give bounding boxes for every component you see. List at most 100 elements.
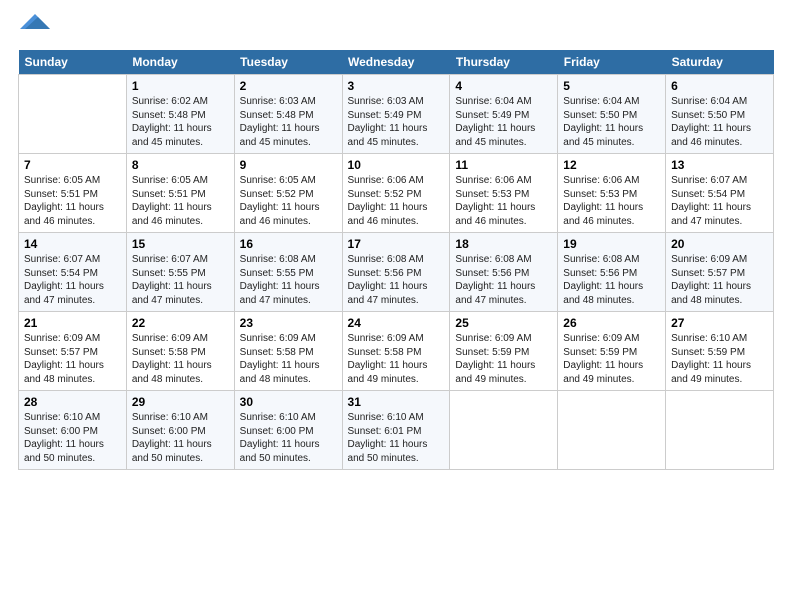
day-cell: 2 Sunrise: 6:03 AM Sunset: 5:48 PM Daylig…: [234, 75, 342, 154]
day-number: 5: [563, 79, 660, 93]
day-cell: 13 Sunrise: 6:07 AM Sunset: 5:54 PM Dayli…: [666, 154, 774, 233]
day-number: 25: [455, 316, 552, 330]
day-cell: [558, 391, 666, 470]
day-cell: 16Sunrise: 6:08 AM Sunset: 5:55 PM Dayli…: [234, 233, 342, 312]
day-cell: 3 Sunrise: 6:03 AM Sunset: 5:49 PM Daylig…: [342, 75, 450, 154]
column-header-wednesday: Wednesday: [342, 50, 450, 75]
day-info: Sunrise: 6:10 AM Sunset: 6:00 PM Dayligh…: [132, 411, 229, 465]
day-cell: 5 Sunrise: 6:04 AM Sunset: 5:50 PM Daylig…: [558, 75, 666, 154]
day-number: 26: [563, 316, 660, 330]
day-info: Sunrise: 6:05 AM Sunset: 5:52 PM Dayligh…: [240, 174, 337, 228]
day-cell: 10 Sunrise: 6:06 AM Sunset: 5:52 PM Dayli…: [342, 154, 450, 233]
day-cell: 30 Sunrise: 6:10 AM Sunset: 6:00 PM Dayli…: [234, 391, 342, 470]
day-info: Sunrise: 6:10 AM Sunset: 6:00 PM Dayligh…: [240, 411, 337, 465]
day-info: Sunrise: 6:08 AM Sunset: 5:56 PM Dayligh…: [348, 253, 445, 307]
day-number: 30: [240, 395, 337, 409]
day-number: 9: [240, 158, 337, 172]
day-info: Sunrise: 6:03 AM Sunset: 5:49 PM Dayligh…: [348, 95, 445, 149]
day-number: 19: [563, 237, 660, 251]
day-info: Sunrise: 6:04 AM Sunset: 5:49 PM Dayligh…: [455, 95, 552, 149]
day-cell: 24Sunrise: 6:09 AM Sunset: 5:58 PM Dayli…: [342, 312, 450, 391]
day-info: Sunrise: 6:02 AM Sunset: 5:48 PM Dayligh…: [132, 95, 229, 149]
day-cell: 28Sunrise: 6:10 AM Sunset: 6:00 PM Dayli…: [19, 391, 127, 470]
day-info: Sunrise: 6:07 AM Sunset: 5:55 PM Dayligh…: [132, 253, 229, 307]
day-info: Sunrise: 6:03 AM Sunset: 5:48 PM Dayligh…: [240, 95, 337, 149]
day-number: 15: [132, 237, 229, 251]
column-header-saturday: Saturday: [666, 50, 774, 75]
day-number: 12: [563, 158, 660, 172]
day-info: Sunrise: 6:09 AM Sunset: 5:58 PM Dayligh…: [240, 332, 337, 386]
day-number: 29: [132, 395, 229, 409]
week-row-4: 21Sunrise: 6:09 AM Sunset: 5:57 PM Dayli…: [19, 312, 774, 391]
day-cell: 21Sunrise: 6:09 AM Sunset: 5:57 PM Dayli…: [19, 312, 127, 391]
day-cell: 19Sunrise: 6:08 AM Sunset: 5:56 PM Dayli…: [558, 233, 666, 312]
day-info: Sunrise: 6:09 AM Sunset: 5:58 PM Dayligh…: [348, 332, 445, 386]
day-cell: 25 Sunrise: 6:09 AM Sunset: 5:59 PM Dayli…: [450, 312, 558, 391]
calendar-table: SundayMondayTuesdayWednesdayThursdayFrid…: [18, 50, 774, 470]
day-number: 31: [348, 395, 445, 409]
day-number: 4: [455, 79, 552, 93]
day-number: 23: [240, 316, 337, 330]
day-cell: 11 Sunrise: 6:06 AM Sunset: 5:53 PM Dayli…: [450, 154, 558, 233]
day-info: Sunrise: 6:10 AM Sunset: 6:01 PM Dayligh…: [348, 411, 445, 465]
day-number: 17: [348, 237, 445, 251]
day-info: Sunrise: 6:05 AM Sunset: 5:51 PM Dayligh…: [24, 174, 121, 228]
column-header-friday: Friday: [558, 50, 666, 75]
day-info: Sunrise: 6:04 AM Sunset: 5:50 PM Dayligh…: [671, 95, 768, 149]
day-number: 20: [671, 237, 768, 251]
week-row-3: 14 Sunrise: 6:07 AM Sunset: 5:54 PM Dayli…: [19, 233, 774, 312]
day-info: Sunrise: 6:09 AM Sunset: 5:59 PM Dayligh…: [455, 332, 552, 386]
day-cell: 14 Sunrise: 6:07 AM Sunset: 5:54 PM Dayli…: [19, 233, 127, 312]
header: [18, 18, 774, 40]
day-number: 22: [132, 316, 229, 330]
day-info: Sunrise: 6:06 AM Sunset: 5:53 PM Dayligh…: [455, 174, 552, 228]
day-number: 13: [671, 158, 768, 172]
day-info: Sunrise: 6:07 AM Sunset: 5:54 PM Dayligh…: [24, 253, 121, 307]
week-row-5: 28 Sunrise: 6:10 AM Sunset: 6:00 PM Dayli…: [19, 391, 774, 470]
day-info: Sunrise: 6:10 AM Sunset: 5:59 PM Dayligh…: [671, 332, 768, 386]
day-info: Sunrise: 6:05 AM Sunset: 5:51 PM Dayligh…: [132, 174, 229, 228]
logo-icon: [20, 9, 50, 39]
day-number: 3: [348, 79, 445, 93]
day-number: 11: [455, 158, 552, 172]
day-cell: 8 Sunrise: 6:05 AM Sunset: 5:51 PM Daylig…: [126, 154, 234, 233]
day-number: 10: [348, 158, 445, 172]
day-cell: 26 Sunrise: 6:09 AM Sunset: 5:59 PM Dayli…: [558, 312, 666, 391]
day-cell: [666, 391, 774, 470]
column-header-sunday: Sunday: [19, 50, 127, 75]
day-cell: 7 Sunrise: 6:05 AM Sunset: 5:51 PM Daylig…: [19, 154, 127, 233]
day-number: 1: [132, 79, 229, 93]
day-cell: 18Sunrise: 6:08 AM Sunset: 5:56 PM Dayli…: [450, 233, 558, 312]
day-info: Sunrise: 6:06 AM Sunset: 5:53 PM Dayligh…: [563, 174, 660, 228]
day-cell: 27Sunrise: 6:10 AM Sunset: 5:59 PM Dayli…: [666, 312, 774, 391]
day-cell: 6 Sunrise: 6:04 AM Sunset: 5:50 PM Daylig…: [666, 75, 774, 154]
day-number: 18: [455, 237, 552, 251]
page: SundayMondayTuesdayWednesdayThursdayFrid…: [0, 0, 792, 480]
day-info: Sunrise: 6:09 AM Sunset: 5:58 PM Dayligh…: [132, 332, 229, 386]
day-number: 14: [24, 237, 121, 251]
day-info: Sunrise: 6:07 AM Sunset: 5:54 PM Dayligh…: [671, 174, 768, 228]
day-number: 8: [132, 158, 229, 172]
day-number: 16: [240, 237, 337, 251]
day-cell: 15 Sunrise: 6:07 AM Sunset: 5:55 PM Dayli…: [126, 233, 234, 312]
day-info: Sunrise: 6:09 AM Sunset: 5:57 PM Dayligh…: [671, 253, 768, 307]
day-cell: [450, 391, 558, 470]
day-info: Sunrise: 6:04 AM Sunset: 5:50 PM Dayligh…: [563, 95, 660, 149]
day-cell: 1 Sunrise: 6:02 AM Sunset: 5:48 PM Daylig…: [126, 75, 234, 154]
day-cell: 23 Sunrise: 6:09 AM Sunset: 5:58 PM Dayli…: [234, 312, 342, 391]
day-number: 28: [24, 395, 121, 409]
week-row-1: 1 Sunrise: 6:02 AM Sunset: 5:48 PM Daylig…: [19, 75, 774, 154]
day-cell: 9 Sunrise: 6:05 AM Sunset: 5:52 PM Daylig…: [234, 154, 342, 233]
day-number: 6: [671, 79, 768, 93]
day-cell: 31 Sunrise: 6:10 AM Sunset: 6:01 PM Dayli…: [342, 391, 450, 470]
day-cell: 4 Sunrise: 6:04 AM Sunset: 5:49 PM Daylig…: [450, 75, 558, 154]
logo: [18, 18, 50, 40]
day-number: 7: [24, 158, 121, 172]
day-cell: 17 Sunrise: 6:08 AM Sunset: 5:56 PM Dayli…: [342, 233, 450, 312]
day-number: 2: [240, 79, 337, 93]
day-info: Sunrise: 6:06 AM Sunset: 5:52 PM Dayligh…: [348, 174, 445, 228]
day-cell: 29 Sunrise: 6:10 AM Sunset: 6:00 PM Dayli…: [126, 391, 234, 470]
day-info: Sunrise: 6:09 AM Sunset: 5:59 PM Dayligh…: [563, 332, 660, 386]
column-header-monday: Monday: [126, 50, 234, 75]
day-cell: 20 Sunrise: 6:09 AM Sunset: 5:57 PM Dayli…: [666, 233, 774, 312]
